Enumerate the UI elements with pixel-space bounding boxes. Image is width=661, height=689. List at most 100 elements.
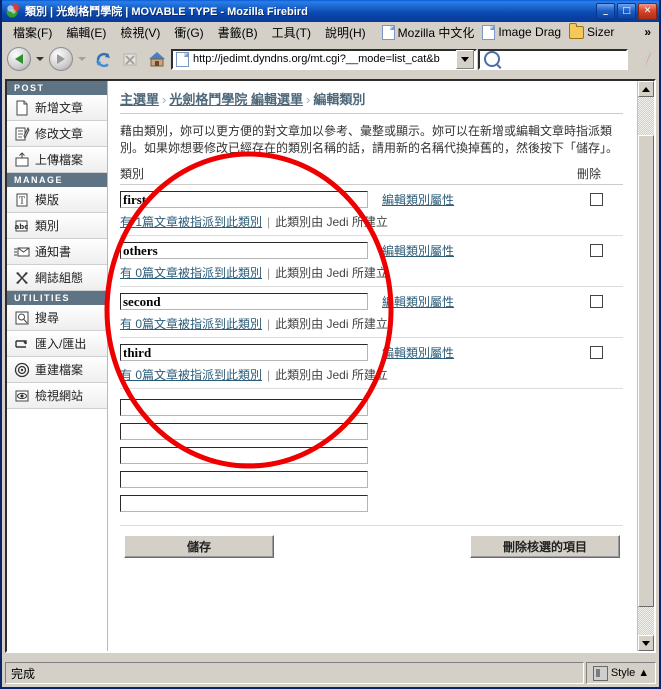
save-button[interactable]: 儲存 [124, 535, 274, 558]
menu-item-view[interactable]: 檢視(V) [113, 22, 167, 43]
navigation-toolbar: http://jedimt.dyndns.org/mt.cgi?__mode=l… [2, 43, 659, 75]
menu-item-go[interactable]: 衝(G) [167, 22, 210, 43]
svg-text:T: T [19, 196, 25, 206]
entry-count-link[interactable]: 有 1篇文章被指派到此類別 [120, 215, 262, 229]
bookmark-sizer[interactable]: Sizer [566, 22, 619, 40]
entry-count-link[interactable]: 有 0篇文章被指派到此類別 [120, 317, 262, 331]
sidebar-item-categories[interactable]: abc 類別 [7, 213, 107, 239]
table-row: 編輯類別屬性 有 1篇文章被指派到此類別 | 此類別由 Jedi 所建立 [120, 185, 623, 236]
new-category-input[interactable] [120, 399, 368, 416]
forward-history-dropdown-icon[interactable] [78, 57, 86, 61]
address-bar[interactable]: http://jedimt.dyndns.org/mt.cgi?__mode=l… [171, 48, 477, 70]
bookmark-mozilla-zh[interactable]: Mozilla 中文化 [379, 23, 480, 42]
browser-viewport: POST 新增文章 修改文章 上傳檔案 MANAGE T 模版 abc 類別 通… [5, 79, 656, 653]
column-header-delete: 刪除 [576, 167, 601, 181]
sidebar-item-edit-entry[interactable]: 修改文章 [7, 121, 107, 147]
address-dropdown-button[interactable] [456, 49, 474, 69]
rebuild-icon [14, 362, 30, 378]
menu-item-tools[interactable]: 工具(T) [265, 22, 318, 43]
maximize-button[interactable]: □ [617, 2, 636, 20]
category-row-primary: 編輯類別屬性 [120, 344, 623, 361]
search-box[interactable] [478, 48, 628, 70]
url-input[interactable]: http://jedimt.dyndns.org/mt.cgi?__mode=l… [193, 53, 452, 65]
scroll-up-button[interactable] [638, 81, 654, 97]
close-button[interactable]: ✕ [638, 2, 657, 20]
category-author-note: 此類別由 Jedi 所建立 [275, 266, 388, 280]
style-switcher-button[interactable]: Style ▲ [586, 662, 656, 684]
window-controls: _ □ ✕ [596, 2, 657, 20]
new-category-input[interactable] [120, 495, 368, 512]
breadcrumb-separator: › [162, 92, 167, 107]
sidebar-item-notifications[interactable]: 通知書 [7, 239, 107, 265]
toolbar-overflow-button[interactable]: » [644, 25, 659, 39]
breadcrumb-item-blog-menu[interactable]: 光劍格鬥學院 編輯選單 [169, 92, 303, 107]
delete-checkbox[interactable] [590, 193, 603, 206]
category-row-meta: 有 0篇文章被指派到此類別 | 此類別由 Jedi 所建立 [120, 264, 623, 281]
forward-button[interactable] [48, 46, 74, 72]
status-bar: 完成 Style ▲ [5, 662, 656, 684]
category-name-input[interactable] [120, 344, 368, 361]
new-category-input[interactable] [120, 447, 368, 464]
reload-icon [95, 51, 112, 68]
delete-checkbox[interactable] [590, 295, 603, 308]
menu-item-file[interactable]: 檔案(F) [6, 22, 59, 43]
menu-item-bookmarks[interactable]: 書籤(B) [211, 22, 265, 43]
delete-checkbox[interactable] [590, 244, 603, 257]
sidebar-item-rebuild[interactable]: 重建檔案 [7, 357, 107, 383]
sidebar-item-label: 搜尋 [35, 311, 60, 325]
chevron-down-icon [461, 56, 469, 62]
menu-item-help[interactable]: 說明(H) [318, 22, 373, 43]
new-category-section [120, 389, 623, 526]
import-export-icon [14, 336, 30, 352]
sidebar-item-search[interactable]: 搜尋 [7, 305, 107, 331]
home-button[interactable] [144, 46, 170, 72]
reload-button[interactable] [90, 46, 116, 72]
sidebar-item-upload-file[interactable]: 上傳檔案 [7, 147, 107, 173]
chevron-up-icon: ▲ [638, 667, 650, 679]
back-history-dropdown-icon[interactable] [36, 57, 44, 61]
folder-icon [569, 22, 585, 39]
document-icon [381, 24, 395, 40]
sidebar-item-import-export[interactable]: 匯入/匯出 [7, 331, 107, 357]
edit-category-attributes-link[interactable]: 編輯類別屬性 [382, 293, 454, 310]
mt-main-content: 主選單 › 光劍格鬥學院 編輯選單 › 編輯類別 藉由類別，妳可以更方便的對文章加以參考… [108, 81, 637, 651]
meta-separator: | [267, 317, 271, 331]
new-category-row [120, 447, 623, 465]
sidebar-item-new-entry[interactable]: 新增文章 [7, 95, 107, 121]
entry-count-link[interactable]: 有 0篇文章被指派到此類別 [120, 266, 262, 280]
scrollbar-thumb[interactable] [638, 135, 654, 607]
stop-button[interactable] [117, 46, 143, 72]
sidebar-item-blog-config[interactable]: 網誌組態 [7, 265, 107, 291]
category-icon: abc [14, 218, 30, 234]
status-message: 完成 [11, 666, 36, 681]
category-name-input[interactable] [120, 242, 368, 259]
edit-category-attributes-link[interactable]: 編輯類別屬性 [382, 344, 454, 361]
scrollbar-track[interactable] [638, 97, 654, 635]
delete-checkbox[interactable] [590, 346, 603, 359]
category-name-input[interactable] [120, 191, 368, 208]
category-name-input[interactable] [120, 293, 368, 310]
entry-count-link[interactable]: 有 0篇文章被指派到此類別 [120, 368, 262, 382]
minimize-button[interactable]: _ [596, 2, 615, 20]
category-author-note: 此類別由 Jedi 所建立 [275, 368, 388, 382]
page-description: 藉由類別，妳可以更方便的對文章加以參考、彙整或顯示。妳可以在新增或編輯文章時指派… [120, 124, 619, 155]
menu-item-edit[interactable]: 編輯(E) [59, 22, 113, 43]
bookmark-image-drag[interactable]: Image Drag [479, 24, 566, 41]
sidebar-item-view-site[interactable]: 檢視網站 [7, 383, 107, 409]
delete-selected-button[interactable]: 刪除核選的項目 [470, 535, 620, 558]
sidebar-item-templates[interactable]: T 模版 [7, 187, 107, 213]
page-scrollbar[interactable] [637, 81, 654, 651]
bookmark-label: Image Drag [498, 25, 562, 39]
breadcrumb-item-main-menu[interactable]: 主選單 [120, 92, 159, 107]
edit-category-attributes-link[interactable]: 編輯類別屬性 [382, 191, 454, 208]
category-row-meta: 有 0篇文章被指派到此類別 | 此類別由 Jedi 所建立 [120, 366, 623, 383]
sidebar-item-label: 通知書 [35, 245, 72, 259]
new-category-input[interactable] [120, 423, 368, 440]
sidebar-section-manage: MANAGE [7, 173, 107, 187]
scroll-down-button[interactable] [638, 635, 654, 651]
chevron-up-icon [642, 86, 650, 92]
edit-document-icon [14, 126, 30, 142]
back-button[interactable] [6, 46, 32, 72]
new-category-input[interactable] [120, 471, 368, 488]
edit-category-attributes-link[interactable]: 編輯類別屬性 [382, 242, 454, 259]
